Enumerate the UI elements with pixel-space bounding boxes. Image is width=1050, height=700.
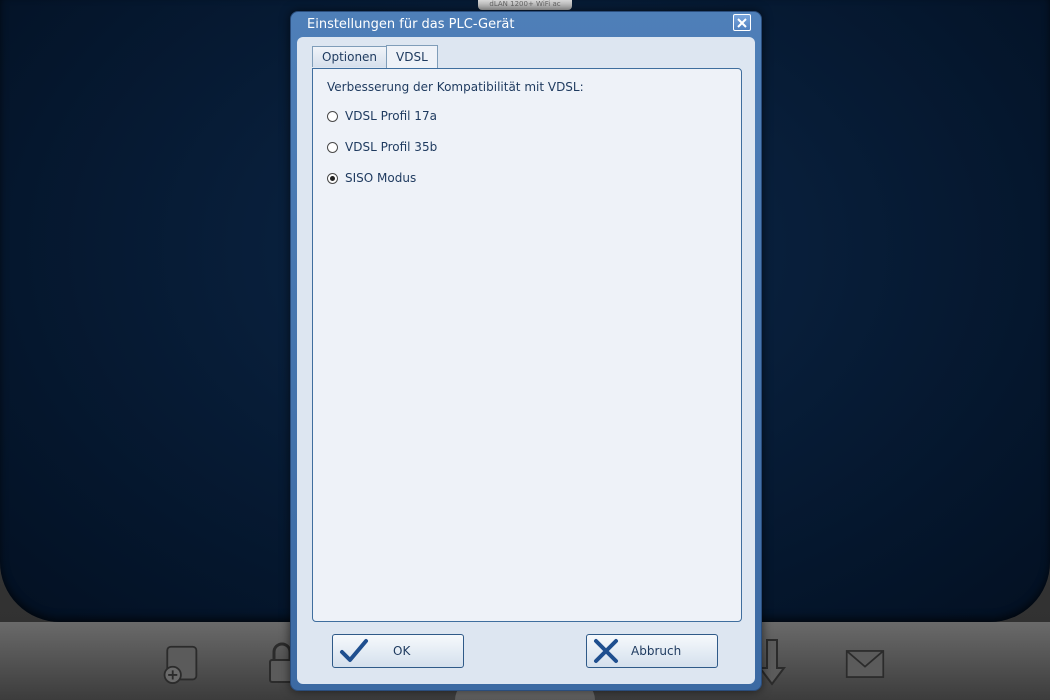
radio-button[interactable] [327,110,338,122]
x-icon [593,638,619,667]
ok-label: OK [393,644,411,658]
plc-settings-dialog: Einstellungen für das PLC-Gerät Optionen… [290,11,762,691]
radio-button[interactable] [327,141,338,153]
vdsl-tab-panel: Verbesserung der Kompatibilität mit VDSL… [312,68,742,622]
radio-label: VDSL Profil 17a [345,109,437,123]
tab-optionen[interactable]: Optionen [312,46,388,67]
cancel-label: Abbruch [631,644,682,658]
radio-button[interactable] [327,172,338,184]
cancel-button[interactable]: Abbruch [586,634,718,668]
radio-siso-modus[interactable]: SISO Modus [327,171,416,185]
add-device-icon[interactable] [160,644,200,685]
radio-vdsl-profil-17a[interactable]: VDSL Profil 17a [327,109,437,123]
tab-vdsl[interactable]: VDSL [386,45,438,68]
dialog-title: Einstellungen für das PLC-Gerät [307,17,515,32]
dialog-body: Optionen VDSL Verbesserung der Kompatibi… [297,37,755,684]
radio-vdsl-profil-35b[interactable]: VDSL Profil 35b [327,140,437,154]
mail-icon[interactable] [845,644,885,684]
checkmark-icon [339,638,369,667]
vdsl-section-label: Verbesserung der Kompatibilität mit VDSL… [327,80,584,94]
close-icon [737,13,747,32]
close-button[interactable] [733,14,751,31]
ok-button[interactable]: OK [332,634,464,668]
radio-label: VDSL Profil 35b [345,140,438,154]
device-tab: dLAN 1200+ WiFi ac [478,0,572,10]
radio-label: SISO Modus [345,171,417,185]
tab-bar: Optionen VDSL [312,45,438,69]
